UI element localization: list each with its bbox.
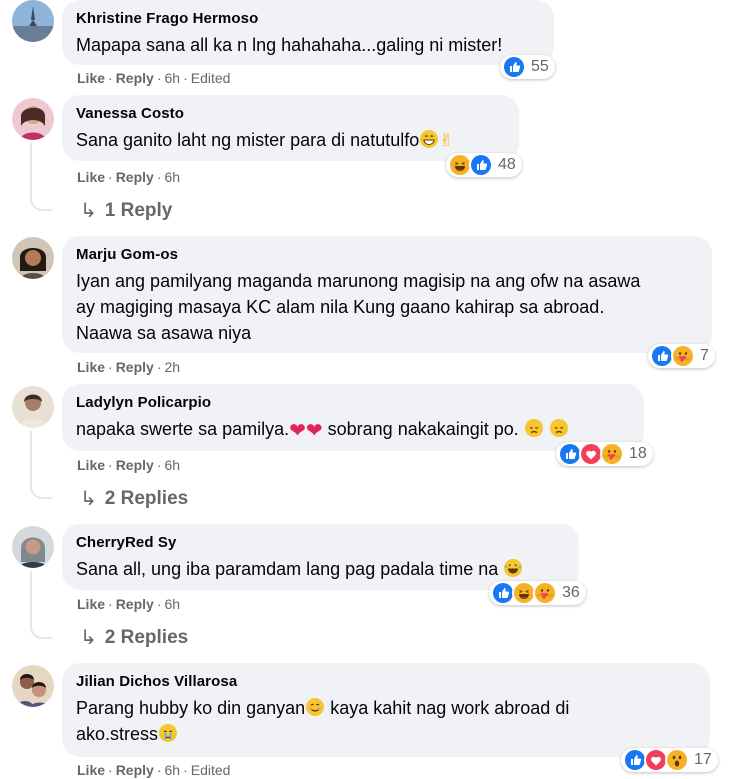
reply-button[interactable]: Reply [116, 70, 154, 86]
comment-text-line: Naawa sa asawa niya [76, 323, 252, 343]
timestamp[interactable]: 6h [164, 457, 180, 473]
thread-line [30, 431, 52, 499]
reply-button[interactable]: Reply [116, 457, 154, 473]
reply-button[interactable]: Reply [116, 169, 154, 185]
thread-line [30, 571, 52, 639]
care-reaction-icon [671, 344, 695, 368]
timestamp[interactable]: 6h [164, 596, 180, 612]
pensive-emoji-icon [524, 418, 544, 438]
reply-button[interactable]: Reply [116, 359, 154, 375]
reply-arrow-icon: ↳ [80, 488, 97, 510]
reaction-count: 48 [498, 156, 516, 173]
comment-actions: Like · Reply · 6h · Edited [77, 762, 231, 778]
view-replies-button[interactable]: ↳ 1 Reply [80, 198, 172, 223]
comment-text-content: napaka swerte sa pamilya. [76, 419, 290, 439]
care-reaction-icon [533, 581, 557, 605]
replies-label: 2 Replies [104, 626, 189, 648]
laughing-emoji-icon [503, 558, 523, 578]
comment-author[interactable]: Jilian Dichos Villarosa [76, 672, 696, 692]
comment-author[interactable]: Marju Gom-os [76, 245, 698, 265]
comment-text: Parang hubby ko din ganyan kaya kahit na… [76, 695, 696, 747]
avatar[interactable] [12, 237, 54, 279]
like-button[interactable]: Like [77, 457, 105, 473]
comment-text-content: sobrang nakakaingit po. [322, 419, 519, 439]
smiling-emoji-icon [305, 697, 325, 717]
comment-text: Iyan ang pamilyang maganda marunong magi… [76, 268, 698, 346]
timestamp[interactable]: 2h [164, 359, 180, 375]
reaction-count: 36 [562, 584, 580, 601]
like-reaction-icon [469, 153, 493, 177]
like-button[interactable]: Like [77, 596, 105, 612]
view-replies-button[interactable]: ↳ 2 Replies [80, 486, 188, 511]
comment-text-content: kaya kahit nag work abroad di [325, 698, 570, 718]
comment-author[interactable]: CherryRed Sy [76, 533, 565, 553]
comment-bubble: Vanessa Costo Sana ganito laht ng mister… [62, 95, 519, 161]
avatar[interactable] [12, 526, 54, 568]
like-reaction-icon [502, 55, 526, 79]
comment-author[interactable]: Ladylyn Policarpio [76, 393, 630, 413]
comment-bubble: Marju Gom-os Iyan ang pamilyang maganda … [62, 236, 712, 353]
reaction-summary[interactable]: 7 [648, 344, 715, 368]
timestamp[interactable]: 6h [164, 169, 180, 185]
pensive-emoji-icon [549, 418, 569, 438]
reaction-summary[interactable]: 18 [556, 442, 653, 466]
comment-actions: Like · Reply · 6h [77, 169, 181, 185]
avatar[interactable] [12, 0, 54, 42]
grimace-emoji-icon [419, 129, 439, 149]
comment-text: napaka swerte sa pamilya.❤❤ sobrang naka… [76, 416, 630, 442]
timestamp[interactable]: 6h [164, 70, 180, 86]
comment-text-content: Sana all, ung iba paramdam lang pag pada… [76, 559, 499, 579]
reply-arrow-icon: ↳ [80, 627, 97, 649]
reply-arrow-icon: ↳ [80, 200, 97, 222]
reaction-summary[interactable]: 17 [621, 748, 718, 772]
reply-button[interactable]: Reply [116, 596, 154, 612]
view-replies-button[interactable]: ↳ 2 Replies [80, 625, 188, 650]
care-reaction-icon [600, 442, 624, 466]
comment-text-line: ay magiging masaya KC alam nila Kung gaa… [76, 297, 605, 317]
comment-bubble: Ladylyn Policarpio napaka swerte sa pami… [62, 384, 644, 451]
comment-author[interactable]: Khristine Frago Hermoso [76, 9, 540, 29]
reaction-summary[interactable]: 48 [446, 153, 522, 177]
avatar[interactable] [12, 98, 54, 140]
edited-label[interactable]: Edited [191, 70, 231, 86]
comment-actions: Like · Reply · 2h [77, 359, 181, 375]
comment-actions: Like · Reply · 6h [77, 596, 181, 612]
reaction-count: 7 [700, 347, 709, 364]
red-heart-emoji-icon: ❤ [305, 420, 323, 442]
wow-reaction-icon [665, 748, 689, 772]
comment-bubble: Jilian Dichos Villarosa Parang hubby ko … [62, 663, 710, 757]
comment-text: Mapapa sana all ka n lng hahahaha...gali… [76, 35, 503, 55]
reaction-count: 18 [629, 445, 647, 462]
reaction-count: 17 [694, 751, 712, 768]
reaction-summary[interactable]: 36 [489, 581, 586, 605]
like-button[interactable]: Like [77, 359, 105, 375]
replies-label: 2 Replies [104, 487, 189, 509]
comment-text-content: Sana ganito laht ng mister para di natut… [76, 130, 420, 150]
like-button[interactable]: Like [77, 70, 105, 86]
replies-label: 1 Reply [104, 199, 173, 221]
comment-text: Sana all, ung iba paramdam lang pag pada… [76, 556, 565, 582]
comment-text-content: ako.stress [76, 724, 159, 744]
like-button[interactable]: Like [77, 169, 105, 185]
comment-text-line: Iyan ang pamilyang maganda marunong magi… [76, 271, 641, 291]
avatar[interactable] [12, 386, 54, 428]
peace-hand-emoji-icon: ✌ [439, 131, 454, 150]
comment-text: Sana ganito laht ng mister para di natut… [76, 127, 505, 154]
comment-author[interactable]: Vanessa Costo [76, 104, 505, 124]
comment-actions: Like · Reply · 6h [77, 457, 181, 473]
comment-bubble: Khristine Frago Hermoso Mapapa sana all … [62, 0, 554, 65]
red-heart-emoji-icon: ❤ [289, 420, 306, 442]
avatar[interactable] [12, 665, 54, 707]
reaction-summary[interactable]: 55 [500, 55, 555, 79]
comment-actions: Like · Reply · 6h · Edited [77, 70, 231, 86]
reaction-count: 55 [531, 58, 549, 75]
crying-emoji-icon [158, 723, 178, 743]
thread-line [30, 143, 52, 211]
comment-text-content: Parang hubby ko din ganyan [76, 698, 306, 718]
